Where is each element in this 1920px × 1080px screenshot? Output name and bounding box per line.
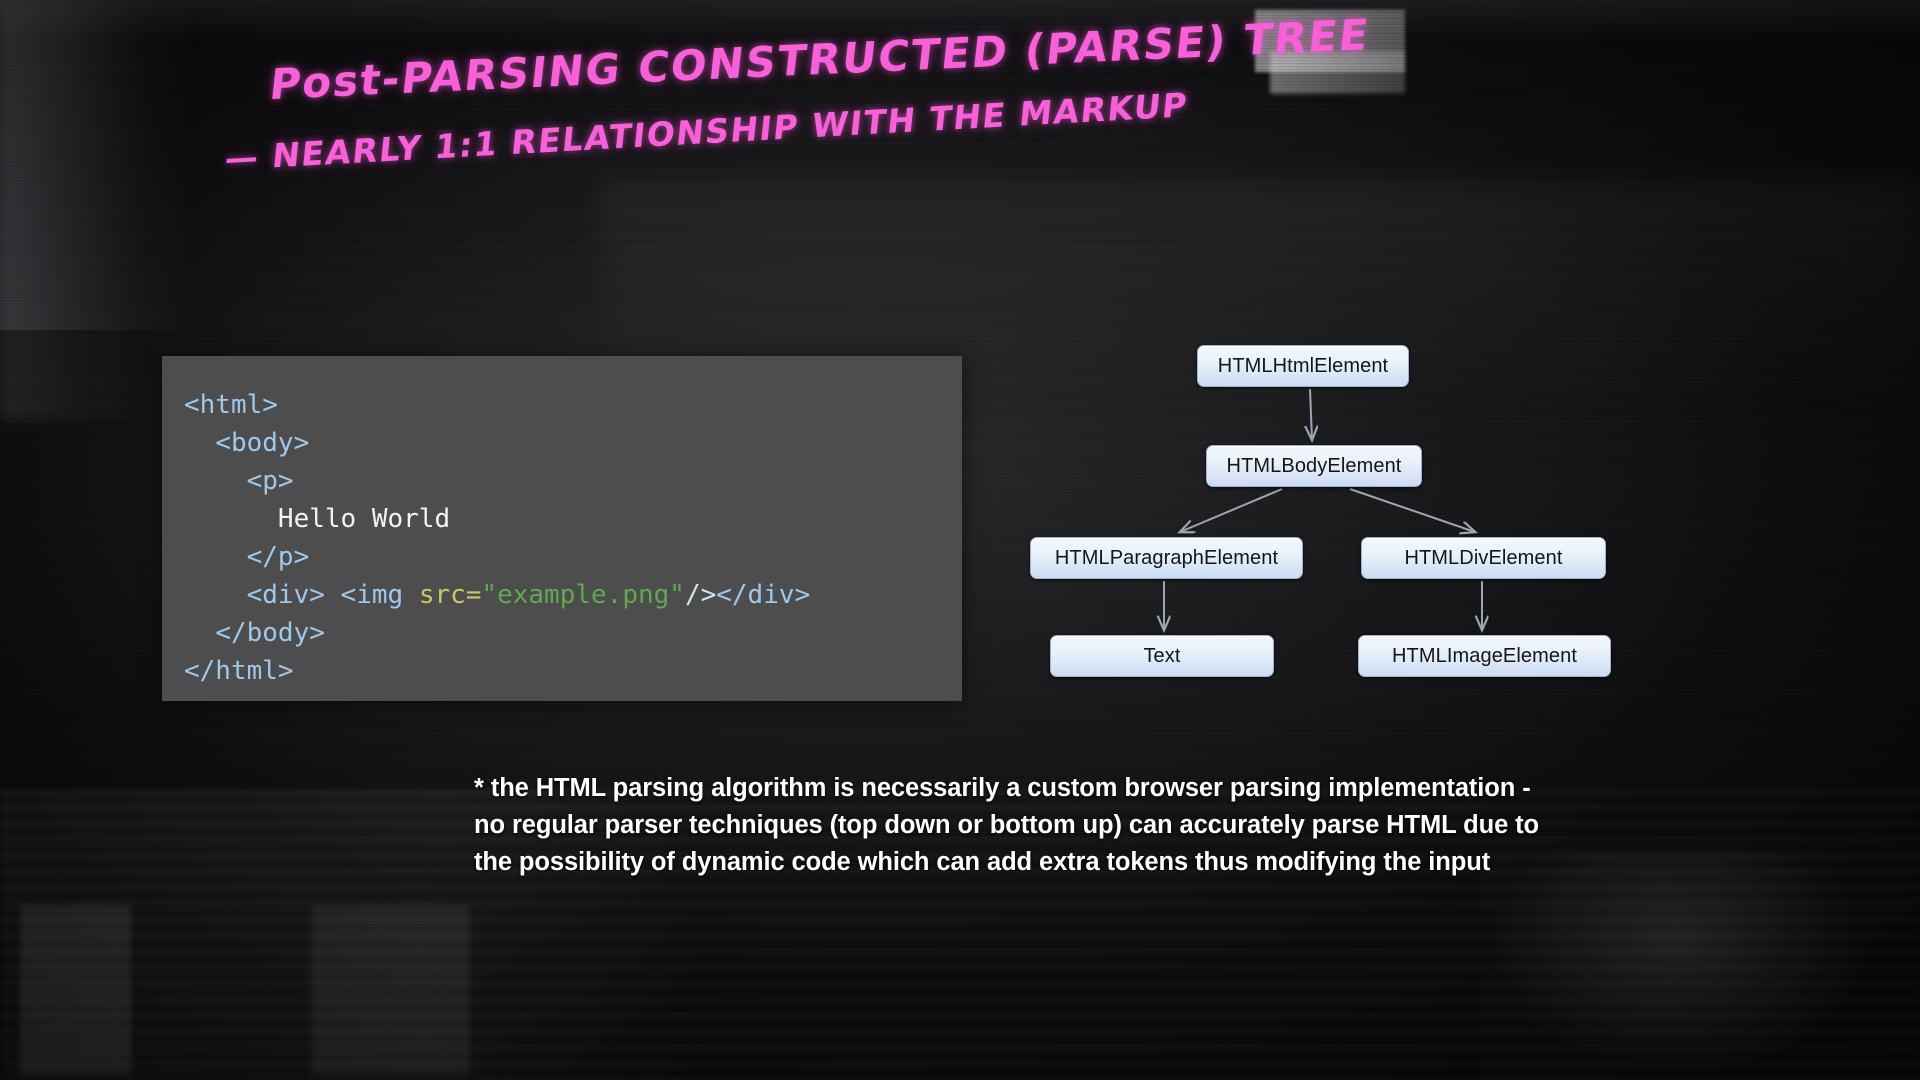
tree-node-label: HTMLBodyElement [1226,454,1402,477]
code-token-tag: </html> [184,656,294,686]
code-token-tag: </body> [215,618,325,648]
dom-tree-diagram: HTMLHtmlElement HTMLBodyElement HTMLPara… [1020,345,1660,705]
footnote-line-3: the possibility of dynamic code which ca… [474,848,1491,876]
handwritten-title-line-2: — NEARLY 1:1 RELATIONSHIP WITH THE MARKU… [223,85,1190,179]
tree-node-label: HTMLHtmlElement [1217,354,1389,377]
code-line: </p> [184,538,962,576]
background-window-patch-2 [1270,52,1405,94]
code-line: <html> [184,386,962,424]
tree-node-text[interactable]: Text [1050,635,1274,677]
footnote-line-2: no regular parser techniques (top down o… [474,811,1540,839]
code-line: <div> <img src="example.png"/></div> [184,576,962,614]
code-token-tag: <p> [246,466,294,496]
code-token-tag: <body> [215,428,310,458]
handwritten-title-line-1: Post-PARSING CONSTRUCTED (PARSE) TREE [267,9,1373,110]
tree-node-htmlhtmlelement[interactable]: HTMLHtmlElement [1197,345,1409,387]
tree-node-htmlimageelement[interactable]: HTMLImageElement [1358,635,1611,677]
tree-node-label: HTMLDivElement [1404,546,1563,569]
code-token-tag: </div> [716,580,811,610]
background-window-patch [1255,10,1405,72]
code-token-tag: <div> <img [246,580,419,610]
footnote-line-1: * the HTML parsing algorithm is necessar… [474,774,1531,802]
background-bottom-boxes [20,905,470,1075]
html-source-code-block: <html> <body> <p> Hello World </p> <div>… [162,356,962,701]
background-person-blur [1480,850,1920,1080]
tree-node-htmlbodyelement[interactable]: HTMLBodyElement [1206,445,1422,487]
code-token-string: "example.png" [481,580,685,610]
code-line: </body> [184,614,962,652]
background-top-streak [0,0,1920,330]
edge-html-to-body [1310,388,1312,440]
tree-node-label: HTMLImageElement [1392,644,1577,667]
code-token-text: Hello World [277,504,451,534]
edge-body-to-div [1349,488,1475,532]
code-line: Hello World [184,500,962,538]
tree-node-htmlparagraphelement[interactable]: HTMLParagraphElement [1030,537,1303,579]
slide-stage: Post-PARSING CONSTRUCTED (PARSE) TREE — … [0,0,1920,1080]
code-token-tag: </p> [246,542,310,572]
code-token-punct: /> [684,580,717,610]
edge-body-to-paragraph [1180,488,1283,532]
tree-node-htmldivelement[interactable]: HTMLDivElement [1361,537,1606,579]
footnote-block: * the HTML parsing algorithm is necessar… [474,770,1654,881]
tree-node-label: HTMLParagraphElement [1054,546,1279,569]
tree-edge-group [1164,388,1482,630]
tree-node-label: Text [1143,644,1181,667]
code-token-tag: <html> [184,390,278,420]
handwritten-annotation: Post-PARSING CONSTRUCTED (PARSE) TREE — … [223,10,1372,178]
code-line: <body> [184,424,962,462]
code-line: <p> [184,462,962,500]
code-line: </html> [184,652,962,690]
code-token-attr: src= [418,580,482,610]
background-left-panel [0,0,150,420]
